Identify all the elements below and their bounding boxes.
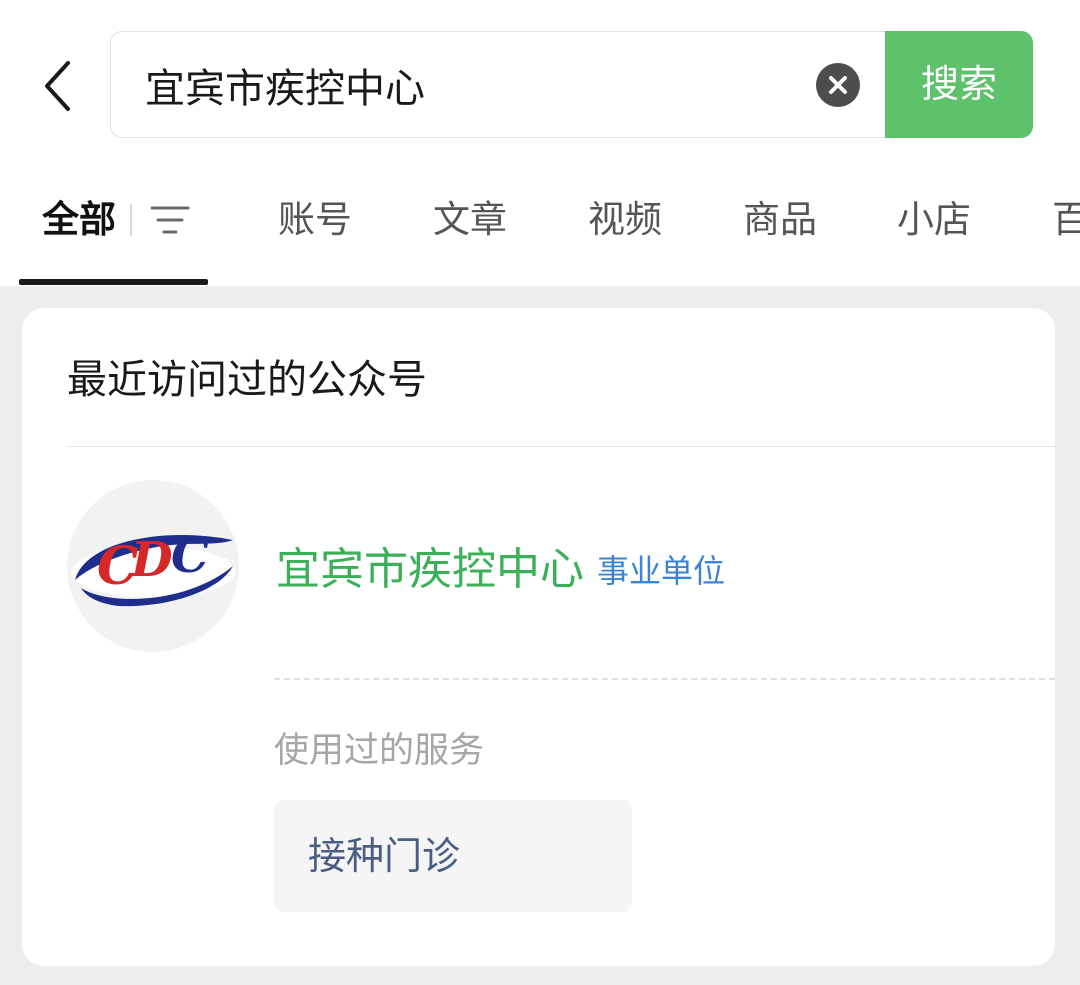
services-label: 使用过的服务 [274, 731, 485, 771]
tab-articles[interactable]: 文章 [433, 180, 507, 260]
dashed-divider [274, 678, 1055, 680]
section-title: 最近访问过的公众号 [67, 357, 427, 403]
section-divider [67, 446, 1055, 447]
cdc-logo-icon: C D C [71, 528, 235, 607]
recent-accounts-card: 最近访问过的公众号 C D C 宜宾市疾控中心 事业单位 使用过的服务 接种门诊 [22, 308, 1055, 966]
tab-divider [130, 204, 132, 236]
tab-videos[interactable]: 视频 [588, 180, 662, 260]
search-button[interactable]: 搜索 [885, 31, 1033, 138]
tab-bar: 全部 账号 文章 视频 商品 小店 百 [0, 180, 1080, 286]
account-row[interactable]: C D C 宜宾市疾控中心 事业单位 [22, 468, 1055, 668]
search-bar [110, 31, 886, 138]
tab-all[interactable]: 全部 [42, 180, 116, 260]
svg-text:D: D [129, 532, 173, 588]
service-vaccination-clinic[interactable]: 接种门诊 [274, 800, 632, 912]
back-icon[interactable] [38, 58, 82, 114]
tab-accounts[interactable]: 账号 [278, 180, 352, 260]
account-type-badge: 事业单位 [597, 552, 726, 590]
svg-text:C: C [171, 528, 209, 584]
filter-icon[interactable] [148, 200, 192, 240]
account-name[interactable]: 宜宾市疾控中心 [276, 538, 584, 602]
avatar: C D C [67, 480, 239, 652]
service-label: 接种门诊 [308, 834, 461, 878]
active-tab-indicator [19, 279, 208, 285]
tab-products[interactable]: 商品 [743, 180, 817, 260]
clear-icon[interactable] [816, 63, 860, 107]
tab-more[interactable]: 百 [1052, 180, 1080, 260]
tab-shops[interactable]: 小店 [897, 180, 971, 260]
search-header: 搜索 全部 账号 文章 视频 商品 小店 百 [0, 0, 1080, 286]
search-input[interactable] [145, 32, 805, 137]
